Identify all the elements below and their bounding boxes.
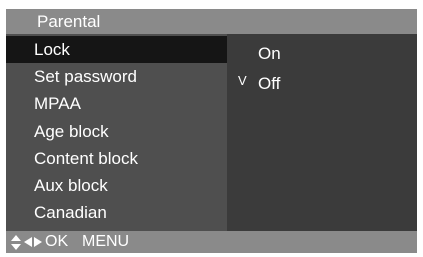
option-on[interactable]: On [227,40,417,67]
menu-hint: MENU [82,233,130,250]
menu-item-age-block[interactable]: Age block [6,118,227,145]
parental-osd-menu: Parental Lock Set password MPAA Age bloc… [0,0,423,257]
menu-item-label: Content block [34,149,138,168]
option-off[interactable]: V Off [227,70,417,97]
menu-title: Parental [37,12,101,31]
menu-item-label: MPAA [34,94,81,113]
menu-item-aux-block[interactable]: Aux block [6,172,227,199]
menu-item-lock[interactable]: Lock [6,36,227,63]
menu-item-content-block[interactable]: Content block [6,145,227,172]
parental-menu-list: Lock Set password MPAA Age block Content… [6,34,227,231]
option-label: Off [258,74,281,93]
menu-item-label: Aux block [34,176,108,195]
menu-item-mpaa[interactable]: MPAA [6,90,227,117]
menu-item-set-password[interactable]: Set password [6,63,227,90]
up-down-arrows-icon [11,235,21,250]
left-right-arrows-icon [24,237,42,247]
option-label: On [258,44,281,63]
menu-item-label: Lock [34,40,70,59]
menu-item-label: Age block [34,122,109,141]
check-mark: V [238,73,247,88]
menu-item-label: Set password [34,67,137,86]
title-bar: Parental [6,9,417,34]
ok-hint: OK [45,233,69,250]
lock-options-panel: On V Off [227,34,417,231]
menu-item-canadian[interactable]: Canadian [6,199,227,226]
menu-item-label: Canadian [34,203,107,222]
footer-hint-bar: OK MENU [6,231,417,253]
